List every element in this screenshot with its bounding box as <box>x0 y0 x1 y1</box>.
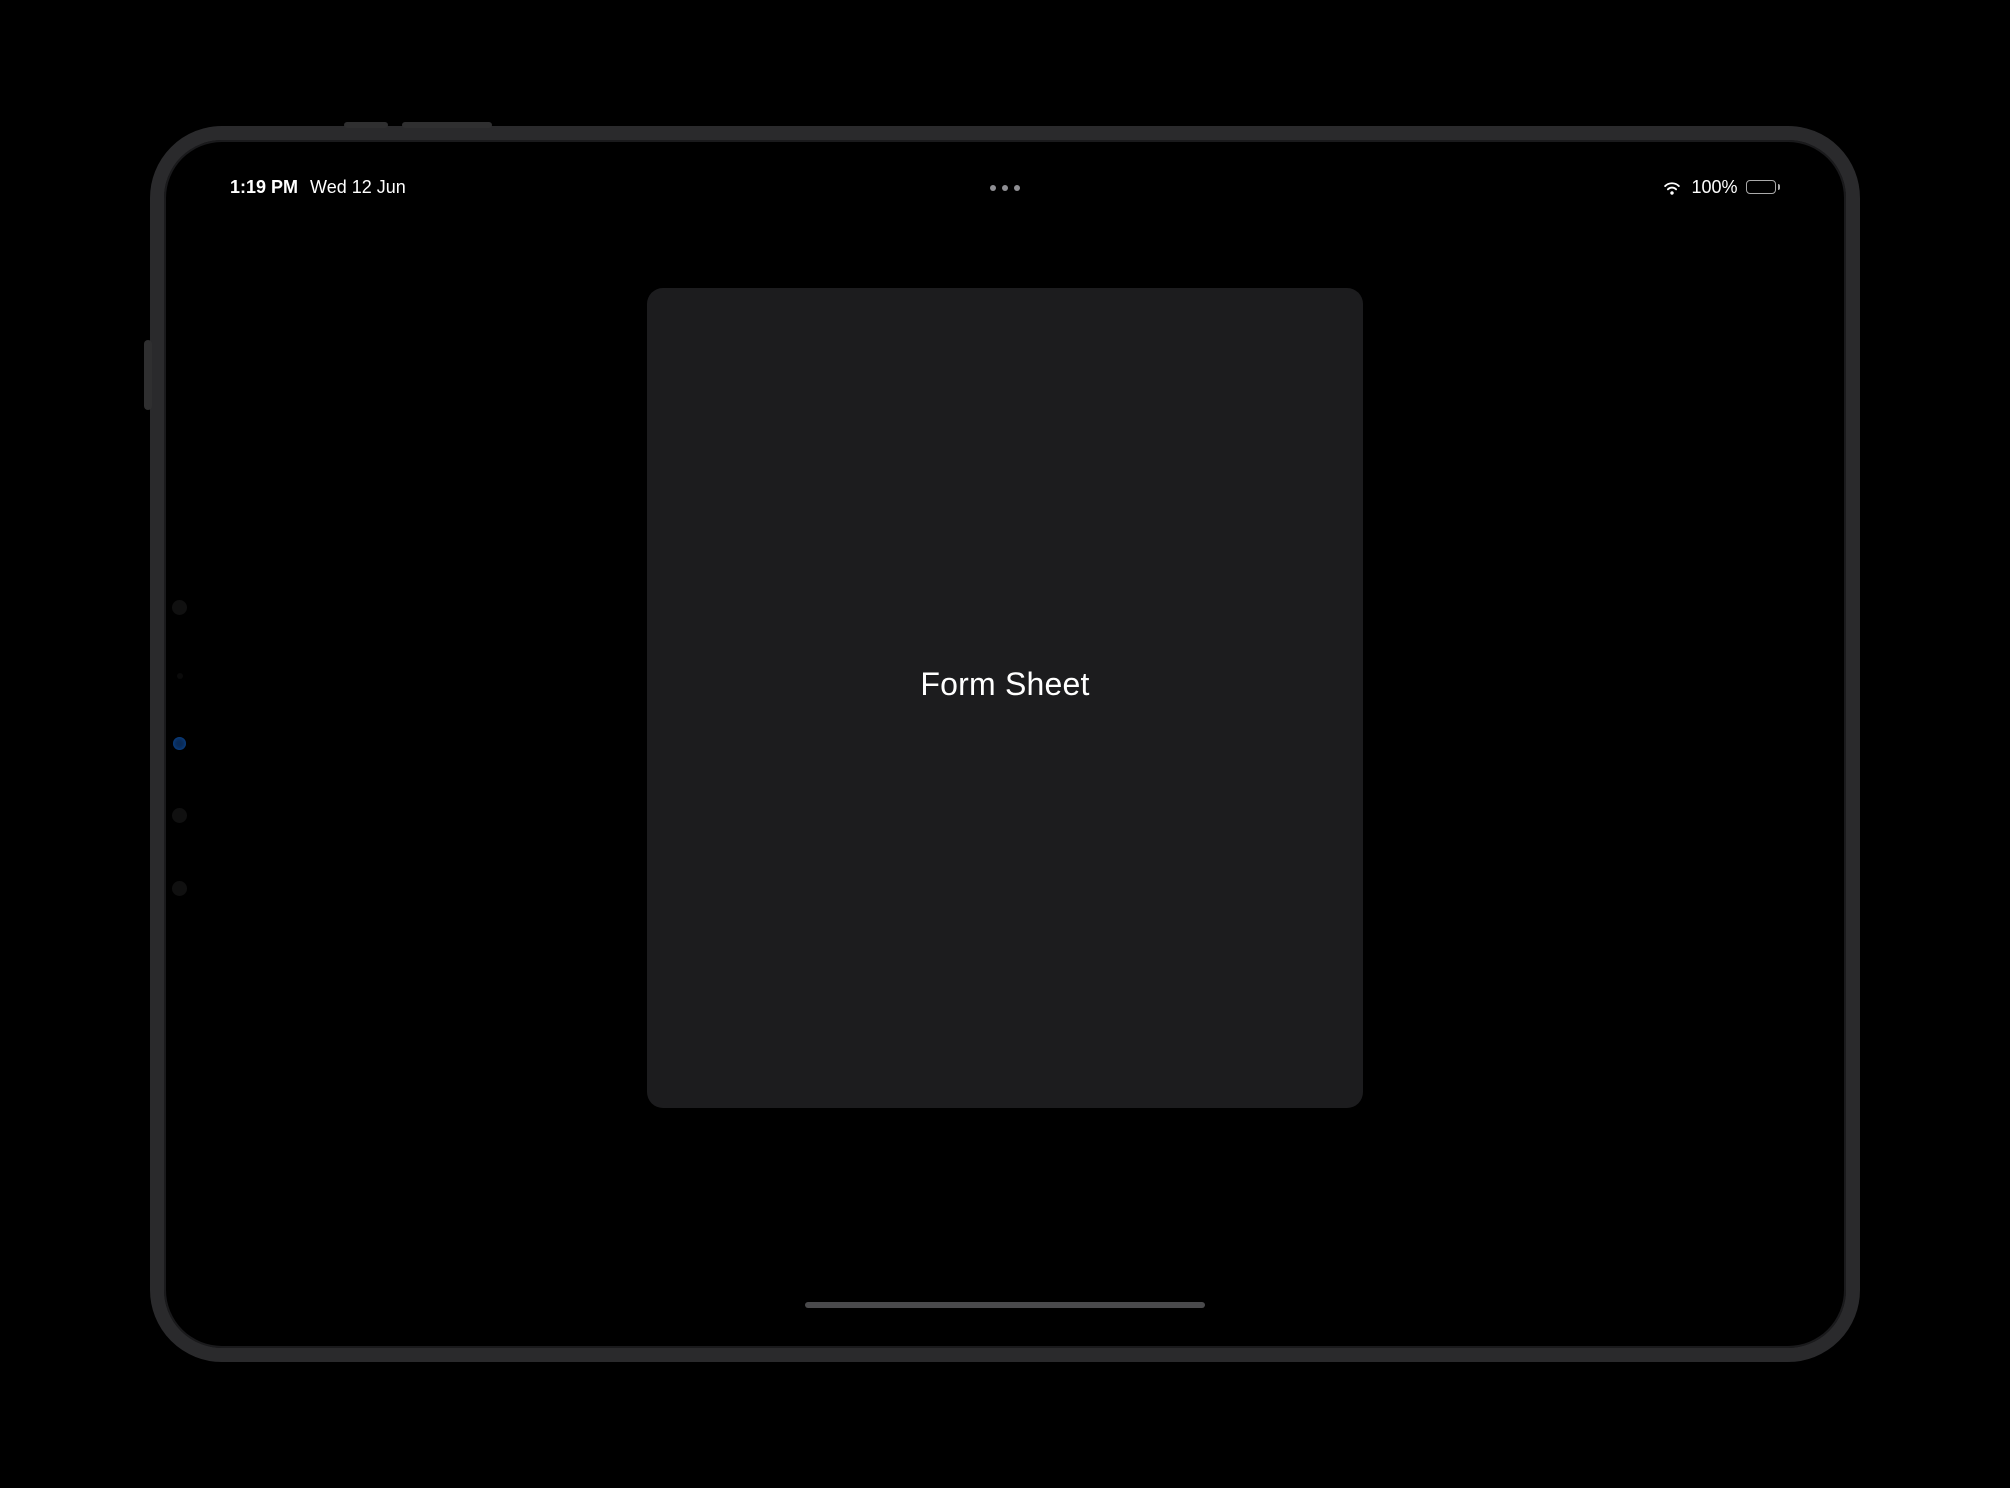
status-bar-left: 1:19 PM Wed 12 Jun <box>230 177 406 198</box>
status-bar-right: 100% <box>1661 176 1780 198</box>
device-volume-button <box>402 122 492 128</box>
form-sheet-modal[interactable]: Form Sheet <box>647 288 1363 1108</box>
sensor-dot <box>177 673 183 679</box>
sensor-dot <box>172 808 187 823</box>
ellipsis-dot-icon <box>1002 185 1008 191</box>
device-sensor-cluster <box>172 600 187 896</box>
front-camera <box>173 737 186 750</box>
battery-icon <box>1746 180 1781 194</box>
ellipsis-dot-icon <box>990 185 996 191</box>
sensor-dot <box>172 600 187 615</box>
status-bar: 1:19 PM Wed 12 Jun 100% <box>192 168 1818 206</box>
form-sheet-title: Form Sheet <box>920 666 1089 703</box>
ipad-device-frame: 1:19 PM Wed 12 Jun 100% <box>150 126 1860 1362</box>
status-time: 1:19 PM <box>230 177 298 198</box>
screen: 1:19 PM Wed 12 Jun 100% <box>192 168 1818 1320</box>
multitasking-indicator[interactable] <box>990 183 1020 191</box>
status-date: Wed 12 Jun <box>310 177 406 198</box>
battery-percent: 100% <box>1691 177 1737 198</box>
sensor-dot <box>172 881 187 896</box>
device-volume-button <box>344 122 388 128</box>
wifi-icon <box>1661 176 1683 198</box>
ellipsis-dot-icon <box>1014 185 1020 191</box>
home-indicator[interactable] <box>805 1302 1205 1308</box>
device-power-button <box>144 340 152 410</box>
